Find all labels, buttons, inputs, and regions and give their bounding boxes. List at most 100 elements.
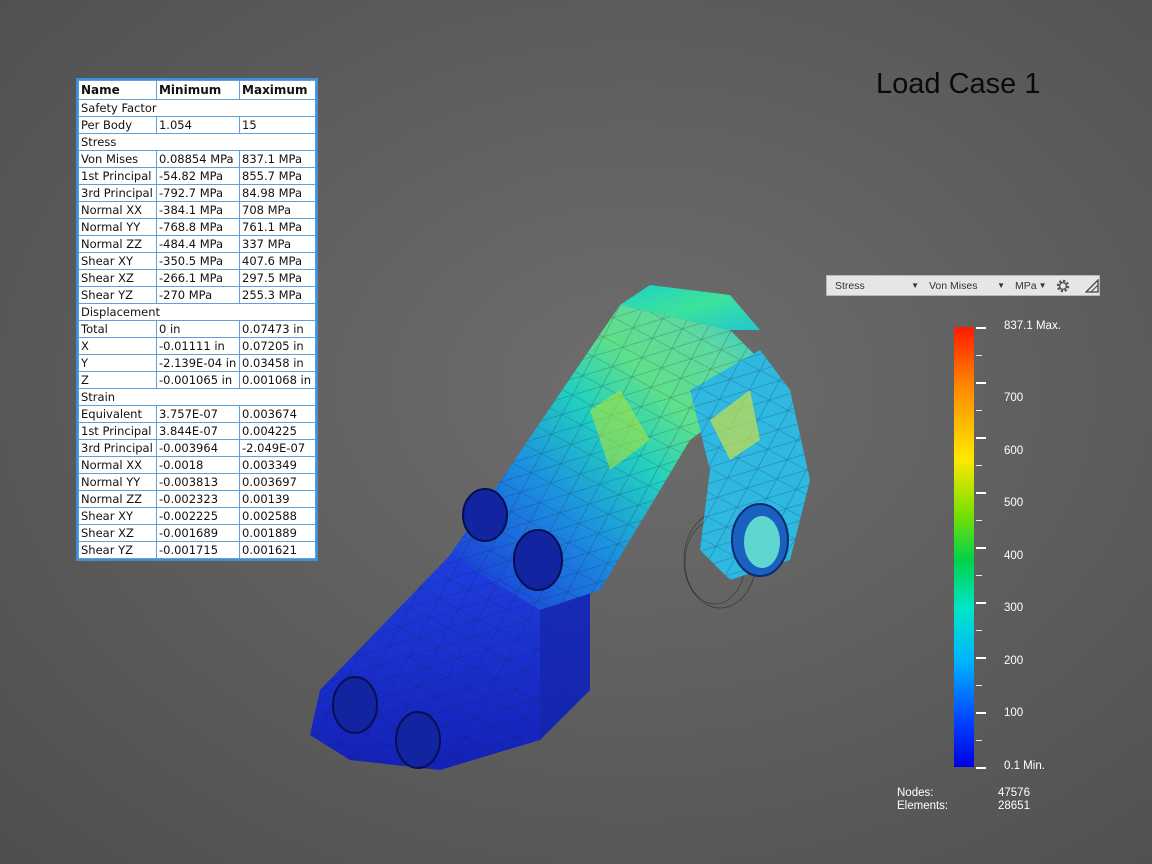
load-case-title: Load Case 1 xyxy=(876,68,1041,100)
cell-maximum: 407.6 MPa xyxy=(239,252,316,270)
nodes-value: 47576 xyxy=(998,787,1030,799)
cell-name: Z xyxy=(78,371,157,389)
cell-minimum: 0 in xyxy=(155,320,241,338)
lug xyxy=(690,350,810,580)
table-row: Normal YY -768.8 MPa 761.1 MPa xyxy=(78,218,316,236)
nodes-label: Nodes: xyxy=(897,787,934,799)
legend-minor-tick xyxy=(976,739,982,741)
legend-major-tick xyxy=(976,547,986,549)
cell-minimum: -792.7 MPa xyxy=(155,184,241,202)
table-section-row: Safety Factor xyxy=(78,99,316,117)
legend-tick-label: 300 xyxy=(1004,602,1024,614)
legend-tick-label: 100 xyxy=(1004,707,1024,719)
cell-name: Normal ZZ xyxy=(78,490,157,508)
cell-minimum: -270 MPa xyxy=(155,286,241,304)
table-row: Equivalent 3.757E-07 0.003674 xyxy=(78,405,316,423)
cell-maximum: 855.7 MPa xyxy=(239,167,316,185)
component-value: Von Mises xyxy=(929,279,978,292)
legend-major-tick xyxy=(976,437,986,439)
legend-tick-label: 600 xyxy=(1004,445,1024,457)
legend-major-tick xyxy=(976,657,986,659)
result-type-dropdown[interactable]: Stress ▼ xyxy=(835,280,919,292)
cell-minimum: -0.01111 in xyxy=(155,337,241,355)
cell-maximum: 761.1 MPa xyxy=(239,218,316,236)
legend-tick-label: 500 xyxy=(1004,497,1024,509)
table-row: Normal ZZ -0.002323 0.00139 xyxy=(78,490,316,508)
cell-name: 1st Principal xyxy=(78,422,157,440)
section-label: Stress xyxy=(78,133,316,151)
cell-name: Normal XX xyxy=(78,201,157,219)
cell-maximum: 84.98 MPa xyxy=(239,184,316,202)
unit-value: MPa xyxy=(1015,279,1037,292)
table-row: Shear YZ -270 MPa 255.3 MPa xyxy=(78,286,316,304)
table-row: 1st Principal -54.82 MPa 855.7 MPa xyxy=(78,167,316,185)
legend-tick-label: 700 xyxy=(1004,392,1024,404)
cell-name: 3rd Principal xyxy=(78,184,157,202)
cell-minimum: -266.1 MPa xyxy=(155,269,241,287)
legend-major-tick xyxy=(976,602,986,604)
cell-name: Shear XY xyxy=(78,252,157,270)
unit-dropdown[interactable]: MPa ▼ xyxy=(1015,280,1047,292)
results-table-body: Safety Factor Per Body 1.054 15 Stress Von Mi… xyxy=(78,99,316,559)
header-maximum: Maximum xyxy=(239,80,316,100)
fea-model-viewport[interactable] xyxy=(290,270,830,800)
result-selector-toolbar: Stress ▼ Von Mises ▼ MPa ▼ xyxy=(826,275,1100,296)
cell-minimum: -350.5 MPa xyxy=(155,252,241,270)
cell-minimum: -0.002323 xyxy=(155,490,241,508)
cell-name: X xyxy=(78,337,157,355)
legend-min-label: 0.1 Min. xyxy=(1004,760,1045,772)
cell-maximum: 708 MPa xyxy=(239,201,316,219)
table-row: Shear YZ -0.001715 0.001621 xyxy=(78,541,316,559)
chevron-down-icon: ▼ xyxy=(911,281,919,290)
legend-tick-label: 200 xyxy=(1004,655,1024,667)
legend-minor-tick xyxy=(976,684,982,686)
legend-tick-label: 400 xyxy=(1004,550,1024,562)
cell-name: Shear XZ xyxy=(78,524,157,542)
cell-minimum: -0.002225 xyxy=(155,507,241,525)
table-row: Von Mises 0.08854 MPa 837.1 MPa xyxy=(78,150,316,168)
legend-max-label: 837.1 Max. xyxy=(1004,320,1061,332)
cell-minimum: -0.001065 in xyxy=(155,371,241,389)
cell-minimum: 3.757E-07 xyxy=(155,405,241,423)
cell-minimum: -0.0018 xyxy=(155,456,241,474)
legend-minor-tick xyxy=(976,354,982,356)
header-minimum: Minimum xyxy=(155,80,241,100)
table-row: X -0.01111 in 0.07205 in xyxy=(78,337,316,355)
table-row: Total 0 in 0.07473 in xyxy=(78,320,316,338)
section-label: Strain xyxy=(78,388,316,406)
table-row: Normal ZZ -484.4 MPa 337 MPa xyxy=(78,235,316,253)
table-row: Shear XY -0.002225 0.002588 xyxy=(78,507,316,525)
legend-minor-tick xyxy=(976,629,982,631)
table-row: 3rd Principal -792.7 MPa 84.98 MPa xyxy=(78,184,316,202)
cell-name: Per Body xyxy=(78,116,157,134)
cell-name: Normal YY xyxy=(78,473,157,491)
component-dropdown[interactable]: Von Mises ▼ xyxy=(929,280,1005,292)
table-row: 1st Principal 3.844E-07 0.004225 xyxy=(78,422,316,440)
color-legend-bar xyxy=(954,327,974,767)
legend-major-tick xyxy=(976,492,986,494)
cell-minimum: -0.001715 xyxy=(155,541,241,559)
table-row: Shear XY -350.5 MPa 407.6 MPa xyxy=(78,252,316,270)
cell-maximum: 837.1 MPa xyxy=(239,150,316,168)
cell-name: Normal XX xyxy=(78,456,157,474)
cell-minimum: -54.82 MPa xyxy=(155,167,241,185)
chevron-down-icon: ▼ xyxy=(1038,281,1047,290)
section-label: Displacement xyxy=(78,303,316,321)
results-table: Name Minimum Maximum Safety Factor Per Bo… xyxy=(78,80,316,559)
cell-name: Normal YY xyxy=(78,218,157,236)
chevron-down-icon: ▼ xyxy=(997,281,1005,290)
settings-gear-icon[interactable] xyxy=(1055,278,1071,294)
cell-minimum: -384.1 MPa xyxy=(155,201,241,219)
cell-minimum: -0.001689 xyxy=(155,524,241,542)
results-table-panel: Name Minimum Maximum Safety Factor Per Bo… xyxy=(76,78,318,561)
cell-minimum: -768.8 MPa xyxy=(155,218,241,236)
cell-name: Equivalent xyxy=(78,405,157,423)
legend-minor-tick xyxy=(976,519,982,521)
table-row: Per Body 1.054 15 xyxy=(78,116,316,134)
table-row: Normal XX -384.1 MPa 708 MPa xyxy=(78,201,316,219)
table-section-row: Displacement xyxy=(78,303,316,321)
cell-minimum: 3.844E-07 xyxy=(155,422,241,440)
table-header-row: Name Minimum Maximum xyxy=(78,80,316,100)
plot-options-icon[interactable] xyxy=(1084,278,1099,293)
cell-minimum: 0.08854 MPa xyxy=(155,150,241,168)
